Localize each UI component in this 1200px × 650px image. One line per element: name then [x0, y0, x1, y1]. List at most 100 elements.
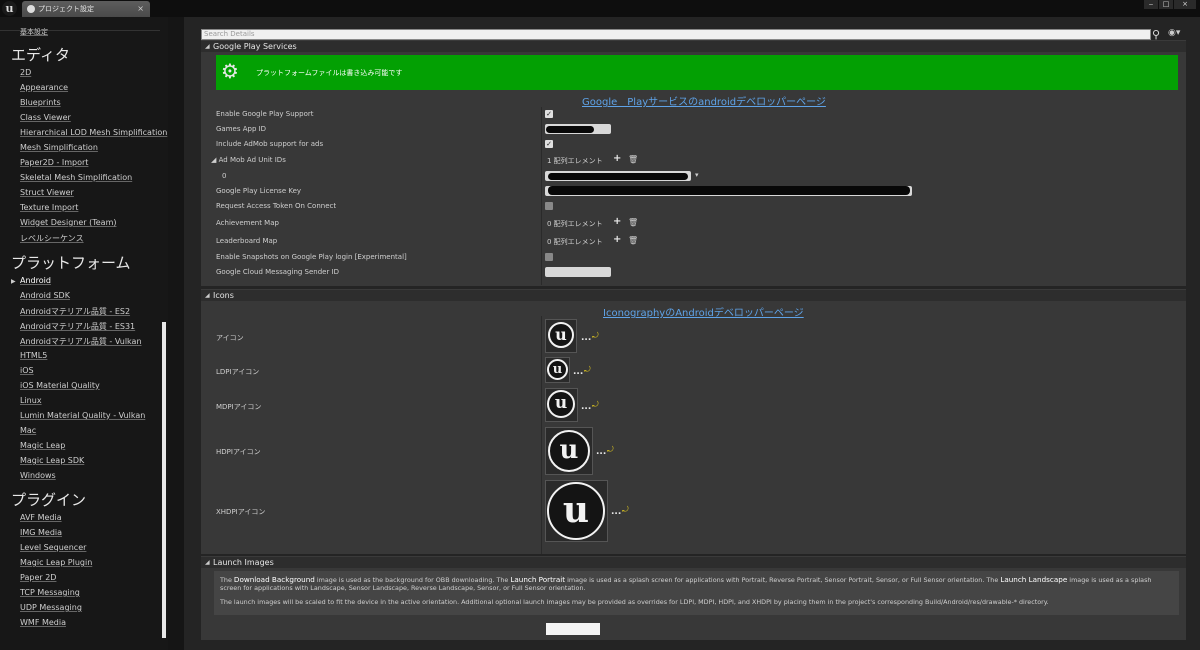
sidebar-item[interactable]: iOS Material Quality	[20, 381, 100, 390]
add-element-icon[interactable]: +	[613, 153, 621, 164]
label-mdpi-icon: MDPIアイコン	[216, 403, 262, 411]
browse-button[interactable]: ...	[581, 333, 591, 343]
launch-term: Launch Landscape	[1000, 575, 1068, 584]
sidebar-item[interactable]: iOS	[20, 366, 34, 375]
reset-to-default-icon[interactable]: ⤾	[592, 331, 599, 341]
browse-button[interactable]: ...	[581, 402, 591, 412]
sidebar-heading-platforms: プラットフォーム	[11, 254, 131, 272]
unreal-logo-icon: u	[2, 1, 17, 16]
browse-button[interactable]: ...	[573, 367, 583, 377]
label-games-app-id: Games App ID	[216, 125, 267, 133]
sidebar-item[interactable]: Mesh Simplification	[20, 143, 98, 152]
checkbox-enable-google-play[interactable]: ✓	[545, 110, 553, 118]
sidebar-item[interactable]: Android	[20, 276, 51, 285]
search-input[interactable]: Search Details	[201, 29, 1151, 40]
browse-button[interactable]: ...	[611, 507, 621, 517]
sidebar-item[interactable]: Paper2D - Import	[20, 158, 88, 167]
sidebar-item[interactable]: Magic Leap SDK	[20, 456, 84, 465]
reset-to-default-icon[interactable]: ⤾	[584, 365, 591, 375]
sidebar-item[interactable]: Blueprints	[20, 98, 61, 107]
icons-body	[201, 301, 1186, 554]
sidebar-item[interactable]: Windows	[20, 471, 56, 480]
launch-images-description: The Download Background image is used as…	[214, 571, 1179, 615]
delete-all-icon[interactable]: 🗑	[628, 155, 638, 164]
search-icon[interactable]: ⚲	[1152, 28, 1164, 41]
unreal-logo-icon: u	[547, 482, 605, 540]
sidebar-item[interactable]: Texture Import	[20, 203, 78, 212]
sidebar-item[interactable]: UDP Messaging	[20, 603, 82, 612]
sidebar-item[interactable]: 2D	[20, 68, 31, 77]
download-background-thumbnail[interactable]	[546, 623, 600, 635]
delete-all-icon[interactable]: 🗑	[628, 236, 638, 245]
label-ad-unit-ids-text: Ad Mob Ad Unit IDs	[218, 156, 286, 164]
sidebar-item[interactable]: Paper 2D	[20, 573, 56, 582]
sidebar-item[interactable]: Struct Viewer	[20, 188, 74, 197]
view-options-eye-icon[interactable]: ◉▾	[1168, 28, 1180, 38]
sidebar-item[interactable]: レベルシーケンス	[20, 233, 84, 244]
close-window-button[interactable]: ×	[1174, 0, 1196, 9]
add-element-icon[interactable]: +	[613, 216, 621, 227]
checkbox-enable-snapshots[interactable]	[545, 253, 553, 261]
sidebar-item[interactable]: Android SDK	[20, 291, 70, 300]
section-icons[interactable]: Icons	[201, 289, 1186, 301]
sidebar-item[interactable]: Androidマテリアル品質 - ES2	[20, 306, 130, 317]
sidebar-item[interactable]: Class Viewer	[20, 113, 71, 122]
reset-to-default-icon[interactable]: ⤾	[607, 445, 614, 455]
browse-button[interactable]: ...	[596, 447, 606, 457]
checkbox-request-access-token[interactable]	[545, 202, 553, 210]
label-hdpi-icon: HDPIアイコン	[216, 448, 261, 456]
label-achievement-map: Achievement Map	[216, 219, 279, 227]
settings-tab-icon	[27, 5, 35, 13]
gears-icon: ⚙	[221, 59, 239, 83]
sidebar-item[interactable]: Magic Leap	[20, 441, 65, 450]
expand-arrow-icon: ▶	[11, 278, 16, 285]
delete-all-icon[interactable]: 🗑	[628, 218, 638, 227]
launch-term: Download Background	[233, 575, 315, 584]
launch-text: The launch images will be scaled to fit …	[220, 598, 1049, 606]
sidebar-item[interactable]: Appearance	[20, 83, 68, 92]
chevron-down-icon[interactable]: ▾	[695, 171, 699, 179]
sidebar-item[interactable]: HTML5	[20, 351, 47, 360]
launch-text: image is used as a splash screen for app…	[565, 576, 1001, 584]
google-play-dev-link[interactable]: Google Playサービスのandroidデベロッパーページ	[582, 93, 826, 108]
sidebar-item[interactable]: Lumin Material Quality - Vulkan	[20, 411, 145, 420]
label-request-access-token: Request Access Token On Connect	[216, 202, 337, 210]
section-google-play[interactable]: Google Play Services	[201, 40, 1186, 52]
sidebar-item[interactable]: Skeletal Mesh Simplification	[20, 173, 132, 182]
sidebar-item-general[interactable]: 基本設定	[20, 27, 48, 37]
tab-label: プロジェクト設定	[38, 5, 94, 13]
maximize-button[interactable]: □	[1159, 0, 1173, 9]
sidebar-item[interactable]: Mac	[20, 426, 36, 435]
redaction-mark	[546, 126, 594, 133]
checkbox-include-admob[interactable]: ✓	[545, 140, 553, 148]
unreal-logo-icon: u	[548, 430, 590, 472]
iconography-dev-link[interactable]: IconographyのAndroidデベロッパーページ	[603, 304, 804, 319]
label-enable-snapshots: Enable Snapshots on Google Play login [E…	[216, 253, 407, 261]
sidebar-item[interactable]: Hierarchical LOD Mesh Simplification	[20, 128, 167, 137]
sidebar-item[interactable]: TCP Messaging	[20, 588, 80, 597]
sidebar-item[interactable]: Widget Designer (Team)	[20, 218, 116, 227]
sidebar-item[interactable]: Androidマテリアル品質 - Vulkan	[20, 336, 142, 347]
tab-project-settings[interactable]: プロジェクト設定 ×	[22, 1, 150, 17]
sidebar-item[interactable]: Level Sequencer	[20, 543, 86, 552]
achievement-count: 0 配列エレメント	[547, 220, 603, 228]
unreal-logo-icon: u	[547, 390, 575, 418]
reset-to-default-icon[interactable]: ⤾	[622, 505, 629, 515]
reset-to-default-icon[interactable]: ⤾	[592, 400, 599, 410]
sidebar-item[interactable]: WMF Media	[20, 618, 66, 627]
section-launch-images[interactable]: Launch Images	[201, 556, 1186, 568]
add-element-icon[interactable]: +	[613, 234, 621, 245]
sidebar-item[interactable]: Magic Leap Plugin	[20, 558, 92, 567]
sidebar-item[interactable]: IMG Media	[20, 528, 62, 537]
minimize-button[interactable]: ‒	[1144, 0, 1158, 9]
sidebar-item[interactable]: AVF Media	[20, 513, 62, 522]
sidebar-item[interactable]: Androidマテリアル品質 - ES31	[20, 321, 135, 332]
launch-text: image is used as the background for OBB …	[314, 576, 511, 584]
sidebar-scrollbar[interactable]	[162, 322, 166, 638]
tab-close-icon[interactable]: ×	[137, 1, 144, 17]
label-ldpi-icon: LDPIアイコン	[216, 368, 260, 376]
writable-banner-text: プラットフォームファイルは書き込み可能です	[256, 69, 403, 77]
sidebar-item[interactable]: Linux	[20, 396, 42, 405]
input-gcm-sender-id[interactable]	[545, 267, 611, 277]
label-xhdpi-icon: XHDPIアイコン	[216, 508, 266, 516]
